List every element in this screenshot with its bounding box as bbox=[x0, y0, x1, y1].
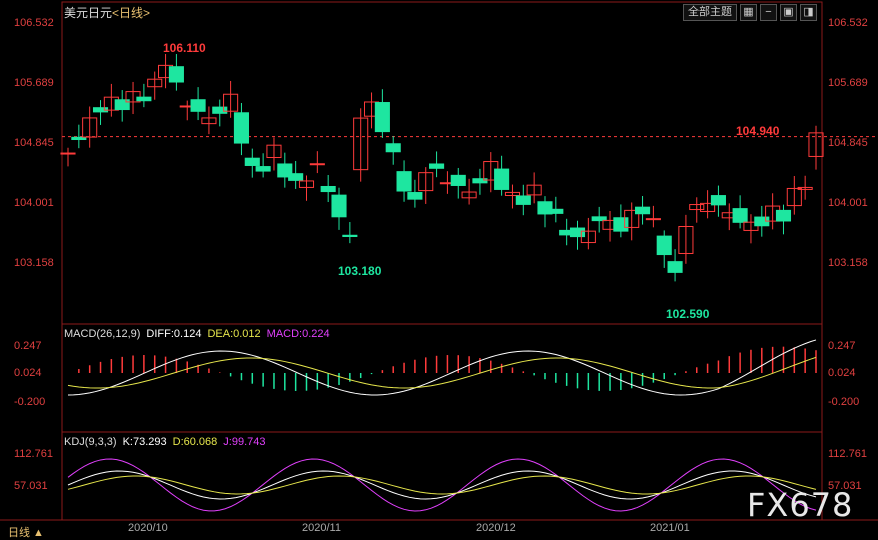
x-label: 2020/10 bbox=[128, 522, 168, 534]
candle-body bbox=[331, 194, 347, 218]
candle-body bbox=[255, 166, 271, 172]
candle-body bbox=[244, 157, 260, 166]
minus-icon[interactable]: − bbox=[760, 4, 777, 21]
price-tick-left: 104.001 bbox=[14, 197, 54, 209]
candle-body bbox=[667, 261, 683, 273]
macd-panel-border bbox=[61, 323, 823, 433]
price-tick-left: 104.845 bbox=[14, 137, 54, 149]
x-label: 2021/01 bbox=[650, 522, 690, 534]
candle-body bbox=[233, 112, 249, 144]
candle-body bbox=[168, 66, 184, 83]
candle-body bbox=[710, 195, 726, 206]
settings-icon[interactable]: ◨ bbox=[800, 4, 817, 21]
macd-diff: DIFF:0.124 bbox=[146, 328, 202, 340]
candle-body bbox=[309, 163, 325, 166]
kdj-d-line bbox=[67, 475, 817, 495]
kdj-header: KDJ(9,3,3) K:73.293 D:60.068 J:99.743 bbox=[64, 436, 271, 448]
candle-body bbox=[71, 136, 87, 141]
candle-body bbox=[472, 178, 488, 184]
theme-button[interactable]: 全部主题 bbox=[683, 4, 737, 21]
kdj-j: J:99.743 bbox=[223, 436, 266, 448]
candle-body bbox=[548, 208, 564, 214]
candle-body bbox=[114, 99, 130, 111]
macd-name: MACD(26,12,9) bbox=[64, 328, 141, 340]
candle-body bbox=[645, 218, 661, 221]
price-tick-right: 103.158 bbox=[828, 257, 868, 269]
candle-body bbox=[775, 209, 792, 222]
macd-tick-right: -0.200 bbox=[828, 396, 860, 408]
candlestick-chart[interactable] bbox=[0, 0, 878, 539]
macd-dea-line bbox=[67, 356, 817, 389]
candle-body bbox=[613, 217, 629, 232]
x-label: 2020/12 bbox=[476, 522, 516, 534]
footer-period[interactable]: 日线 ▲ bbox=[8, 524, 44, 540]
macd-tick-right: 0.247 bbox=[828, 340, 856, 352]
kdj-tick-right: 112.761 bbox=[828, 448, 867, 460]
watermark-logo: FX678 bbox=[747, 486, 854, 524]
candle-body bbox=[396, 171, 412, 192]
candle-body bbox=[60, 152, 76, 155]
kdj-tick-left: 112.761 bbox=[14, 448, 53, 460]
candle-body bbox=[342, 234, 358, 238]
candle-body bbox=[494, 168, 510, 190]
macd-value: MACD:0.224 bbox=[266, 328, 330, 340]
candle-body bbox=[656, 235, 672, 256]
high-annotation: 106.110 bbox=[163, 41, 206, 55]
candle-body bbox=[450, 174, 466, 186]
period-label[interactable]: <日线> bbox=[112, 6, 150, 20]
kdj-tick-left: 57.031 bbox=[14, 480, 48, 492]
candle-body bbox=[569, 227, 586, 238]
low-annotation-2: 102.590 bbox=[666, 307, 710, 321]
macd-tick-left: 0.024 bbox=[14, 367, 42, 379]
price-tick-right: 105.689 bbox=[828, 77, 868, 89]
macd-tick-right: 0.024 bbox=[828, 367, 856, 379]
price-tick-right: 104.001 bbox=[828, 197, 868, 209]
kdj-k: K:73.293 bbox=[122, 436, 167, 448]
price-tick-left: 105.689 bbox=[14, 77, 54, 89]
price-tick-right: 106.532 bbox=[828, 17, 868, 29]
macd-diff-line bbox=[67, 339, 817, 396]
toolbar: 全部主题 ▦ − ▣ ◨ bbox=[683, 4, 817, 21]
candle-body bbox=[732, 208, 748, 223]
price-tick-left: 106.532 bbox=[14, 17, 54, 29]
candle-body bbox=[407, 192, 423, 200]
kdj-k-line bbox=[67, 470, 817, 500]
x-label: 2020/11 bbox=[302, 522, 341, 534]
kdj-name: KDJ(9,3,3) bbox=[64, 436, 117, 448]
price-tick-right: 104.845 bbox=[828, 137, 868, 149]
macd-tick-left: 0.247 bbox=[14, 340, 42, 352]
kdj-d: D:60.068 bbox=[172, 436, 218, 448]
candle-body bbox=[136, 96, 152, 102]
candle-body bbox=[288, 173, 304, 181]
candle-body bbox=[385, 143, 401, 153]
candle-body bbox=[515, 195, 531, 205]
grid-icon[interactable]: ▦ bbox=[740, 4, 757, 21]
candle-body bbox=[429, 163, 445, 169]
macd-tick-left: -0.200 bbox=[14, 396, 46, 408]
candle-body bbox=[374, 102, 390, 133]
price-tick-left: 103.158 bbox=[14, 257, 54, 269]
macd-dea: DEA:0.012 bbox=[207, 328, 261, 340]
macd-header: MACD(26,12,9) DIFF:0.124 DEA:0.012 MACD:0.2… bbox=[64, 328, 336, 340]
candle-body bbox=[320, 185, 336, 193]
candle-body bbox=[212, 106, 228, 114]
symbol-label: 美元日元 bbox=[64, 6, 113, 20]
low-annotation-1: 103.180 bbox=[338, 264, 382, 278]
candle-body bbox=[190, 99, 206, 112]
chart-title: 美元日元<日线> bbox=[64, 4, 150, 21]
candle-body bbox=[635, 206, 651, 215]
last-annotation: 104.940 bbox=[736, 124, 780, 138]
crosshair-icon[interactable]: ▣ bbox=[780, 4, 797, 21]
kdj-j-line bbox=[67, 458, 817, 512]
